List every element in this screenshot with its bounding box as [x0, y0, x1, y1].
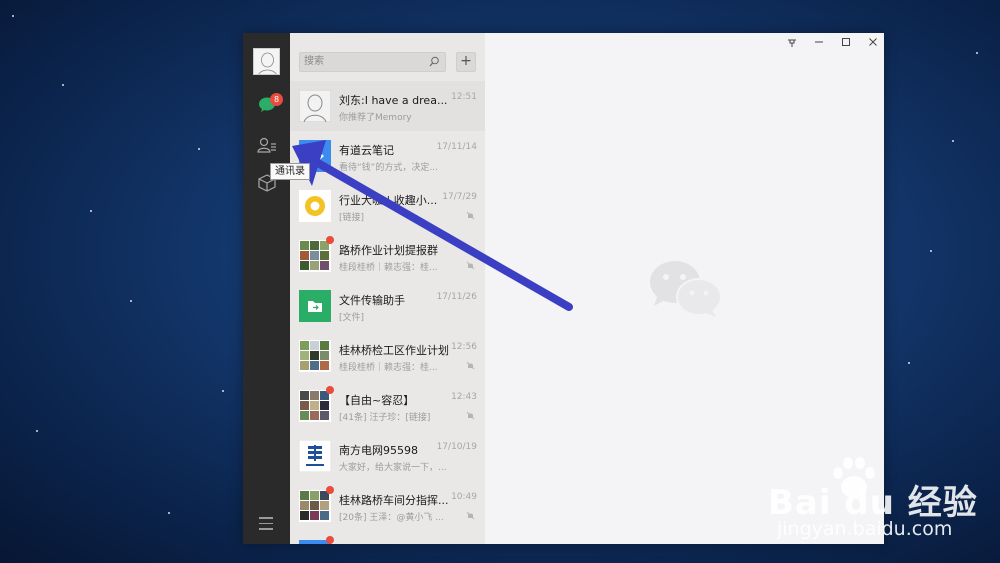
annotation-arrow — [292, 140, 573, 311]
contacts-tooltip: 通讯录 — [270, 163, 310, 180]
